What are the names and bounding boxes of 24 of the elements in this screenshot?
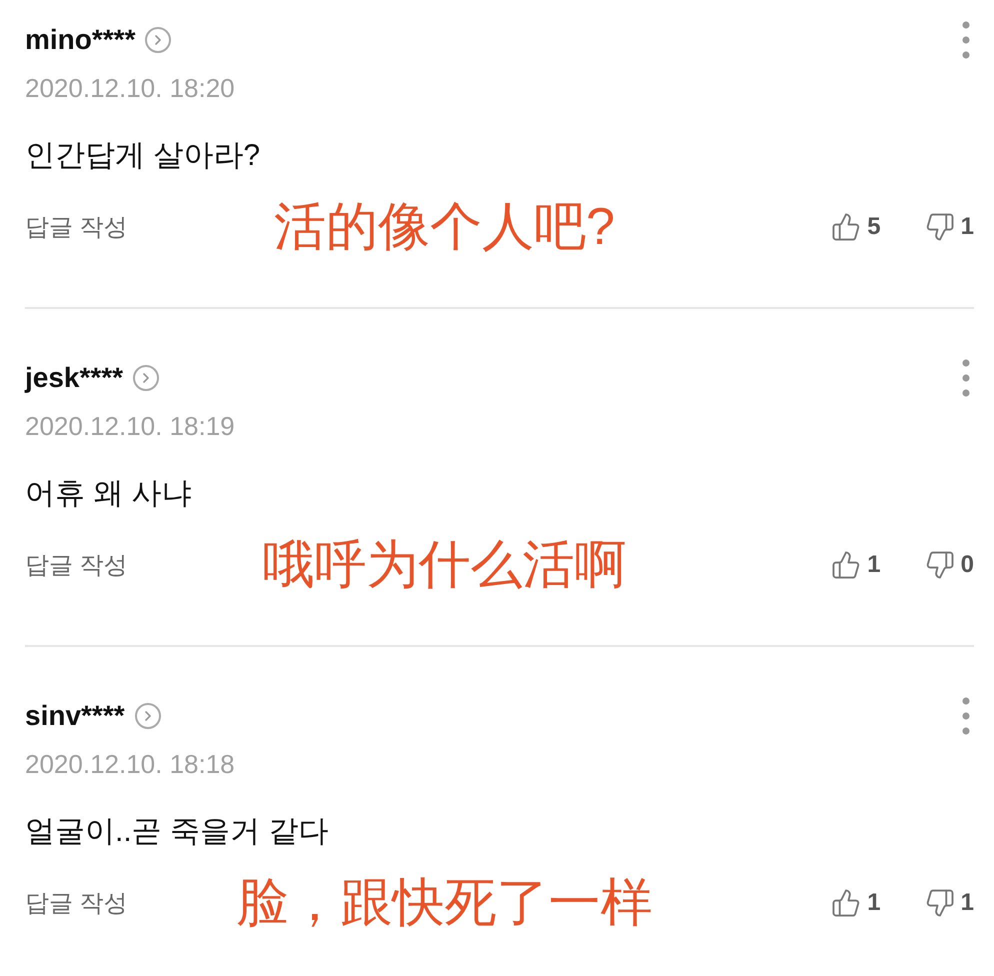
- reply-button[interactable]: 답글 작성: [25, 887, 128, 919]
- reply-button[interactable]: 답글 작성: [25, 549, 128, 581]
- chevron-right-icon[interactable]: [134, 703, 161, 729]
- like-button[interactable]: 1: [831, 550, 881, 580]
- more-icon[interactable]: [962, 697, 970, 735]
- translation-text: 哦呼为什么活啊: [261, 535, 628, 596]
- username[interactable]: sinv****: [25, 699, 125, 733]
- translation-text: 脸，跟快死了一样: [235, 873, 654, 934]
- comment-text: 인간답게 살아라?: [25, 138, 262, 174]
- comment-date: 2020.12.10. 18:20: [25, 72, 236, 104]
- like-button[interactable]: 5: [831, 212, 881, 242]
- username[interactable]: mino****: [25, 23, 136, 57]
- more-icon[interactable]: [962, 359, 970, 397]
- comment-text: 얼굴이..곧 죽을거 같다: [25, 814, 330, 850]
- more-icon[interactable]: [962, 21, 970, 59]
- translation-text: 活的像个人吧?: [273, 197, 616, 258]
- chevron-right-icon[interactable]: [145, 27, 172, 53]
- comment-date: 2020.12.10. 18:19: [25, 410, 236, 442]
- comment-date: 2020.12.10. 18:18: [25, 748, 236, 780]
- reply-button[interactable]: 답글 작성: [25, 211, 128, 243]
- chevron-right-icon[interactable]: [133, 365, 160, 391]
- username[interactable]: jesk****: [25, 361, 124, 395]
- comment-text: 어휴 왜 사냐: [25, 476, 193, 512]
- like-button[interactable]: 1: [831, 888, 881, 918]
